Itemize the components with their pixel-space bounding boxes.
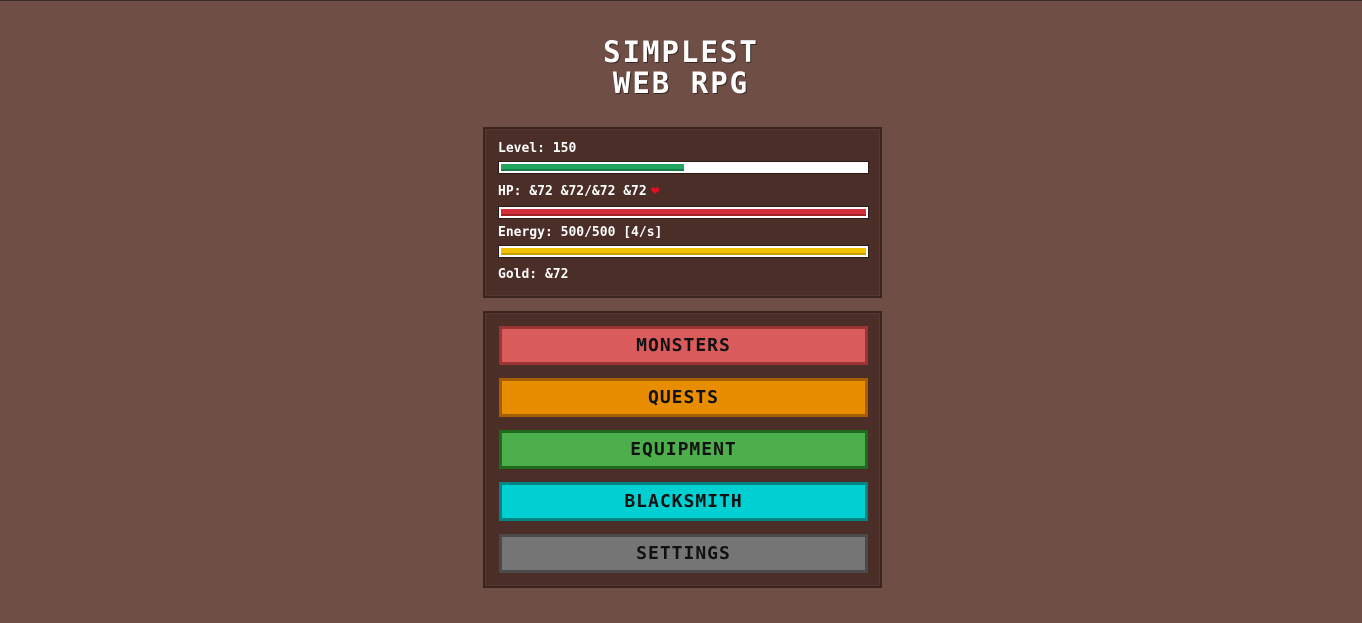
- energy-label: Energy: 500/500 [4/s]: [498, 225, 663, 240]
- stats-panel: Level: 150 HP: &72 &72/&72 &72 ❤ Energy: …: [483, 127, 882, 298]
- energy-bar-fill: [501, 248, 866, 255]
- blacksmith-button[interactable]: BLACKSMITH: [499, 482, 868, 521]
- level-bar: [498, 161, 869, 174]
- hp-bar: [498, 206, 869, 219]
- monsters-button[interactable]: MONSTERS: [499, 326, 868, 365]
- game-title-line1: SIMPLEST: [603, 35, 759, 69]
- level-bar-fill: [501, 164, 684, 171]
- level-label: Level: 150: [498, 141, 577, 156]
- hp-row: HP: &72 &72/&72 &72 ❤: [498, 181, 660, 200]
- quests-button[interactable]: QUESTS: [499, 378, 868, 417]
- menu-panel: MONSTERS QUESTS EQUIPMENT BLACKSMITH SET…: [483, 311, 882, 588]
- settings-button[interactable]: SETTINGS: [499, 534, 868, 573]
- gold-label: Gold: &72: [498, 267, 569, 282]
- hp-bar-fill: [501, 209, 866, 216]
- energy-bar: [498, 245, 869, 258]
- game-title: SIMPLEST WEB RPG: [0, 37, 1362, 99]
- game-title-line2: WEB RPG: [612, 66, 750, 100]
- hp-label: HP: &72 &72/&72 &72: [498, 184, 647, 199]
- equipment-button[interactable]: EQUIPMENT: [499, 430, 868, 469]
- heart-icon: ❤: [650, 181, 660, 199]
